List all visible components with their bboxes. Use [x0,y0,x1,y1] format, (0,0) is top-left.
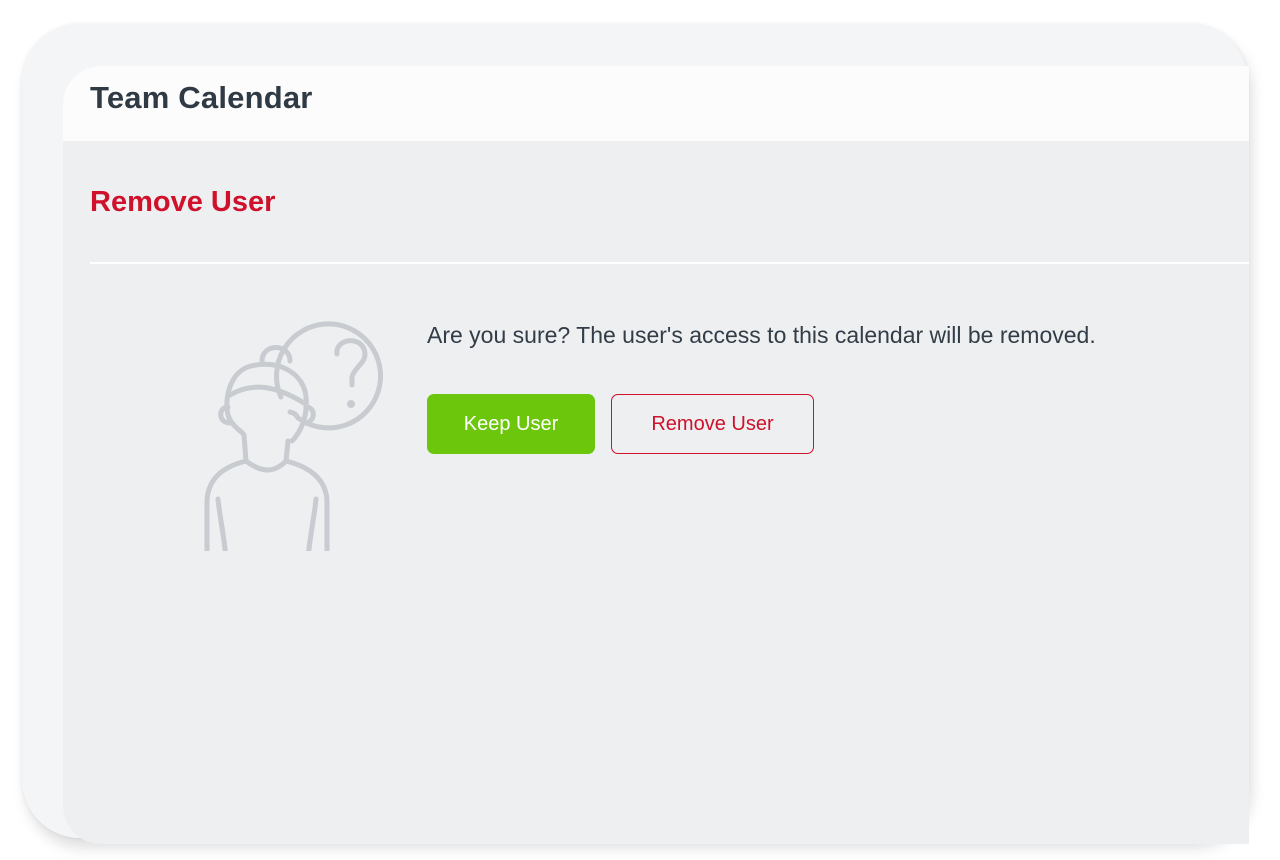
dialog-title: Remove User [90,186,276,218]
app-screen: Team Calendar Remove User Are you sure? … [63,66,1249,844]
confirmation-message: Are you sure? The user's access to this … [427,322,1096,348]
device-frame: Team Calendar Remove User Are you sure? … [22,24,1249,844]
divider [90,262,1249,264]
keep-user-button[interactable]: Keep User [427,394,595,454]
remove-user-button[interactable]: Remove User [611,394,814,454]
app-title: Team Calendar [90,80,313,115]
app-header: Team Calendar [63,66,1249,141]
person-question-icon [204,321,384,551]
